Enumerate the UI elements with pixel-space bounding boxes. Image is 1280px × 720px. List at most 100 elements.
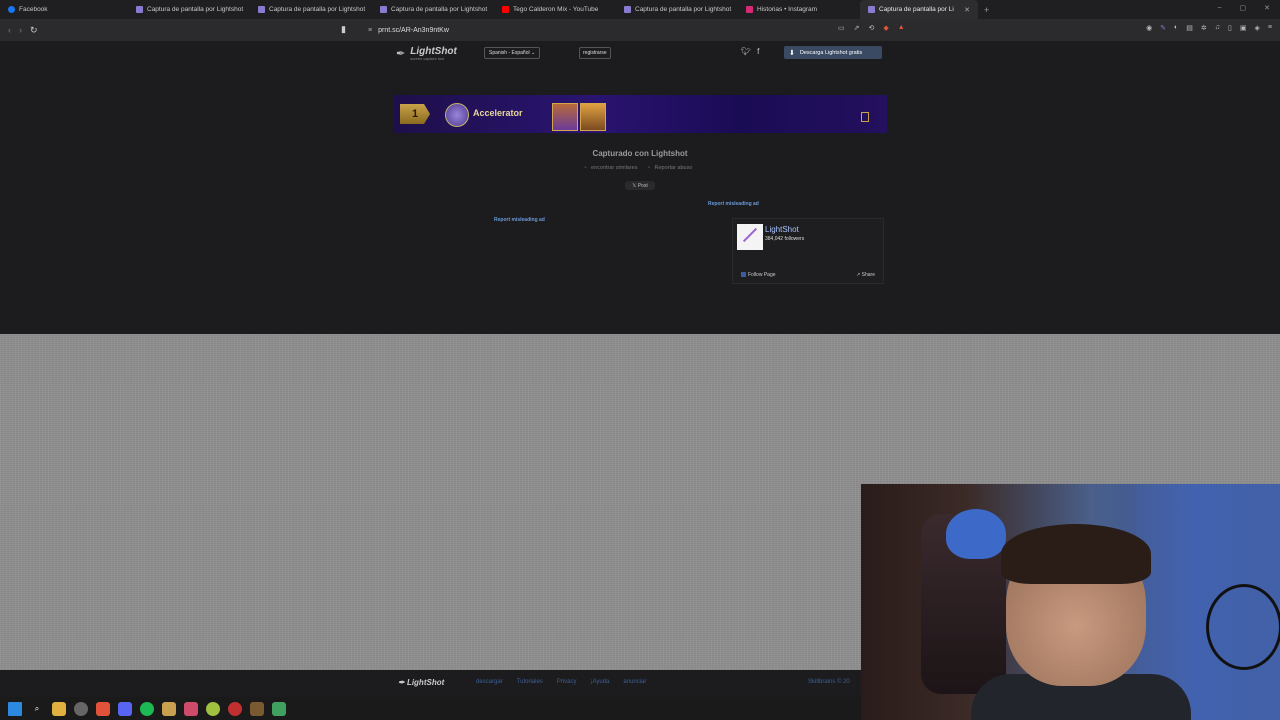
puzzle-icon[interactable]: ✲ bbox=[1201, 24, 1207, 32]
facebook-page-widget: LightShot 384,042 followers Follow Page … bbox=[732, 218, 884, 284]
image-actions: ▫ encontrar similares ▫ Reportar abuso bbox=[0, 165, 1280, 171]
browser-tab[interactable]: Historias • Instagram bbox=[738, 0, 860, 19]
vpn-icon[interactable]: ◈ bbox=[1255, 24, 1260, 32]
banner-cards bbox=[552, 103, 606, 131]
report-ad-link[interactable]: Report misleading ad bbox=[494, 217, 545, 223]
brave-shield-icon[interactable]: ◆ bbox=[883, 24, 888, 32]
minimize-icon[interactable]: – bbox=[1218, 4, 1222, 12]
search-icon[interactable]: ⌕ bbox=[30, 702, 44, 716]
wallet-icon[interactable]: ▣ bbox=[1240, 24, 1247, 32]
site-header: ✒ LightShot screen capture tool Spanish … bbox=[396, 44, 886, 62]
accelerator-emblem-icon bbox=[445, 103, 469, 127]
app-icon[interactable] bbox=[74, 701, 88, 716]
browser-tab[interactable]: Tego Calderon Mix - YouTube bbox=[494, 0, 616, 19]
maximize-icon[interactable]: ▢ bbox=[1240, 4, 1247, 12]
lightshot-feather-icon: ✒ bbox=[396, 47, 406, 60]
close-tab-icon[interactable]: ✕ bbox=[964, 6, 970, 14]
browser-tab-strip: Facebook Captura de pantalla por Lightsh… bbox=[0, 0, 1280, 19]
find-similar-label: encontrar similares bbox=[591, 165, 638, 171]
translate-icon[interactable]: ⟲ bbox=[869, 24, 875, 32]
app-icon[interactable] bbox=[228, 701, 242, 716]
banner-title: Accelerator bbox=[473, 108, 523, 118]
ad-info-icon[interactable] bbox=[861, 112, 869, 122]
address-actions: ▭ ⇗ ⟲ ◆ ▲ bbox=[838, 24, 905, 32]
browser-tab[interactable]: Captura de pantalla por Lightshot bbox=[372, 0, 494, 19]
report-abuse-label: Reportar abuso bbox=[654, 165, 693, 171]
brave-icon[interactable] bbox=[96, 701, 110, 716]
browser-tab[interactable]: Captura de pantalla por Lightshot bbox=[616, 0, 738, 19]
fb-page-name[interactable]: LightShot bbox=[765, 225, 799, 234]
extension-icon[interactable]: ✎ bbox=[1160, 24, 1166, 32]
app-icon[interactable] bbox=[272, 701, 286, 716]
reload-icon[interactable]: ↻ bbox=[30, 25, 38, 36]
lightshot-page: ✒ LightShot screen capture tool Spanish … bbox=[0, 41, 1280, 334]
page-avatar[interactable] bbox=[737, 224, 763, 250]
language-select[interactable]: Spanish - Español ⌄ bbox=[484, 47, 541, 59]
browser-tab[interactable]: Captura de pantalla por Lightshot bbox=[128, 0, 250, 19]
site-logo[interactable]: LightShot screen capture tool bbox=[410, 46, 457, 61]
footer-link[interactable]: anunciar bbox=[623, 679, 646, 685]
tab-label: Tego Calderon Mix - YouTube bbox=[513, 6, 599, 13]
cast-icon[interactable]: ▭ bbox=[838, 24, 845, 32]
download-button[interactable]: ⬇ Descarga Lightshot gratis bbox=[784, 46, 882, 59]
tab-label: Historias • Instagram bbox=[757, 6, 818, 13]
youtube-icon bbox=[502, 6, 509, 13]
spotify-icon[interactable] bbox=[140, 701, 154, 716]
feather-icon bbox=[258, 6, 265, 13]
tab-label: Captura de pantalla por Lightshot bbox=[147, 6, 244, 13]
url-field[interactable]: ≡ prnt.sc/AR-An3n9ntKw bbox=[368, 23, 908, 37]
new-tab-button[interactable]: + bbox=[978, 5, 995, 15]
feather-icon bbox=[624, 6, 631, 13]
webcam-overlay bbox=[861, 484, 1280, 720]
discord-icon[interactable] bbox=[118, 701, 132, 716]
app-icon[interactable] bbox=[162, 701, 176, 716]
rank-badge: 1 bbox=[400, 104, 430, 124]
footer-link[interactable]: Privacy bbox=[557, 679, 577, 685]
file-explorer-icon[interactable] bbox=[52, 701, 66, 716]
feather-icon bbox=[380, 6, 387, 13]
feather-icon bbox=[868, 6, 875, 13]
site-info-icon[interactable]: ≡ bbox=[368, 27, 372, 34]
back-icon[interactable]: ‹ bbox=[8, 25, 11, 35]
window-controls: – ▢ ✕ bbox=[1218, 4, 1270, 12]
extension-icon[interactable]: ◉ bbox=[1146, 24, 1152, 32]
browser-tab[interactable]: Captura de pantalla por Lightshot bbox=[250, 0, 372, 19]
browser-tab[interactable]: Facebook bbox=[0, 0, 128, 19]
logo-tagline: screen capture tool bbox=[410, 55, 445, 61]
footer-logo[interactable]: ✒ LightShot bbox=[398, 678, 444, 687]
report-ad-link[interactable]: Report misleading ad bbox=[708, 201, 759, 207]
footer-link[interactable]: ¡Ayuda bbox=[590, 679, 609, 685]
facebook-icon[interactable]: f bbox=[757, 47, 759, 56]
ad-banner[interactable]: 1 Accelerator bbox=[393, 95, 887, 133]
post-button[interactable]: 𝕏 Post bbox=[625, 181, 655, 190]
footer-link[interactable]: Tutoriales bbox=[517, 679, 543, 685]
app-icon[interactable] bbox=[184, 701, 198, 716]
windows-start-icon[interactable] bbox=[8, 701, 22, 716]
rewards-icon[interactable]: ▲ bbox=[898, 24, 905, 32]
register-button[interactable]: registrarse bbox=[579, 47, 611, 59]
share-button[interactable]: ↗ Share bbox=[856, 272, 875, 278]
media-icon[interactable]: ♫ bbox=[1215, 24, 1220, 32]
instagram-icon bbox=[746, 6, 753, 13]
footer-link[interactable]: descargar bbox=[476, 679, 503, 685]
sidebar-icon[interactable]: ▯ bbox=[1228, 24, 1232, 32]
facebook-icon bbox=[8, 6, 15, 13]
share-icon[interactable]: ⇗ bbox=[854, 24, 860, 32]
find-similar-link[interactable]: ▫ encontrar similares bbox=[585, 165, 641, 171]
report-abuse-link[interactable]: ▫ Reportar abuso bbox=[648, 165, 695, 171]
follow-page-button[interactable]: Follow Page bbox=[741, 272, 776, 278]
page-caption: Capturado con Lightshot bbox=[592, 149, 688, 158]
app-icon[interactable] bbox=[206, 701, 220, 716]
copyright-text: Skillbrains © 20 bbox=[808, 679, 850, 685]
menu-icon[interactable]: ≡ bbox=[1268, 24, 1272, 32]
tab-label: Facebook bbox=[19, 6, 48, 13]
extension-icon[interactable]: ▤ bbox=[1186, 24, 1193, 32]
twitter-icon[interactable]: 🐦︎ bbox=[741, 47, 751, 56]
close-window-icon[interactable]: ✕ bbox=[1264, 4, 1270, 12]
lightshot-icon[interactable] bbox=[250, 701, 264, 716]
browser-tab-active[interactable]: Captura de pantalla por Lightshot ✕ bbox=[860, 0, 978, 19]
forward-icon[interactable]: › bbox=[19, 25, 22, 35]
bookmark-icon[interactable]: ▮ bbox=[341, 24, 346, 35]
extension-icon[interactable]: ◐ bbox=[1174, 24, 1178, 32]
footer-logo-text: LightShot bbox=[406, 678, 445, 687]
